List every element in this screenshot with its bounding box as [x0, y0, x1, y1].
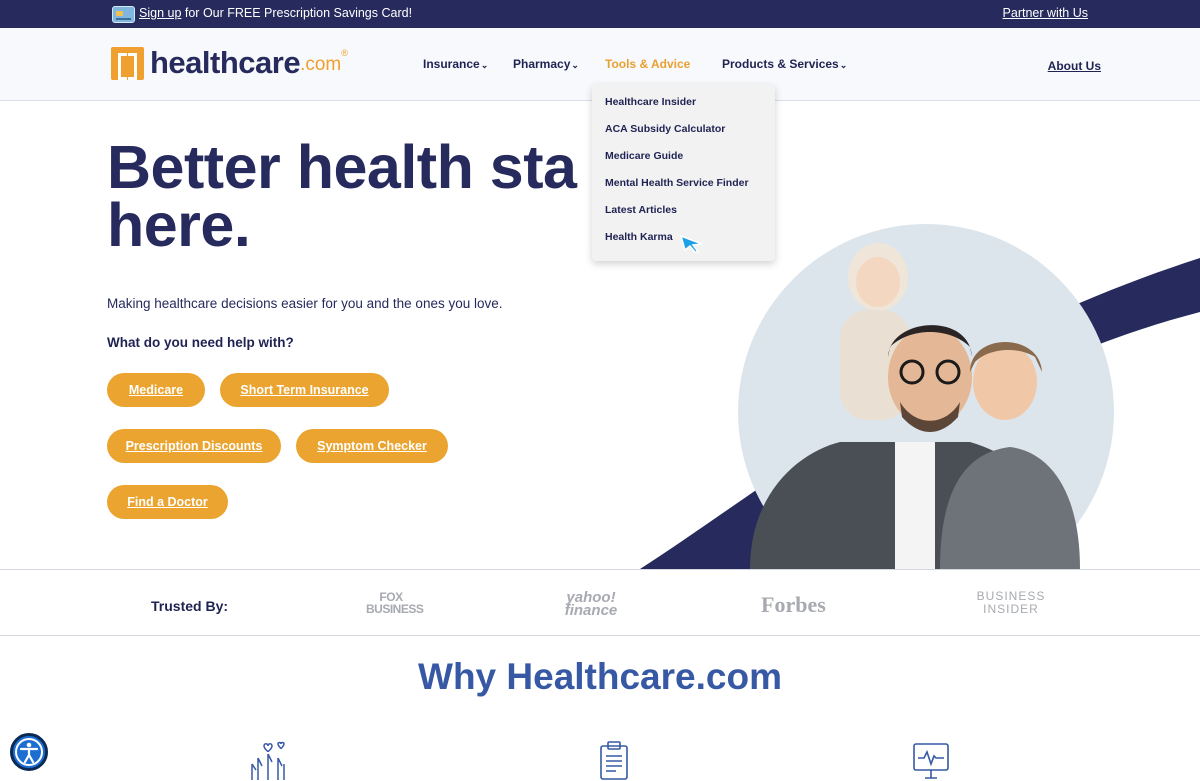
menu-item-medicare-guide[interactable]: Medicare Guide — [605, 150, 683, 162]
trusted-by-label: Trusted By: — [151, 598, 229, 614]
logo-mark-icon — [111, 46, 144, 80]
menu-item-latest-articles[interactable]: Latest Articles — [605, 204, 677, 216]
hero-title-line1: Better health sta — [107, 138, 577, 201]
symptom-checker-button[interactable]: Symptom Checker — [296, 429, 448, 463]
clipboard-icon — [600, 741, 628, 780]
chevron-down-icon: ⌄ — [480, 60, 489, 70]
logo-suffix: .com — [300, 54, 342, 75]
hero-subtitle: Making healthcare decisions easier for y… — [107, 296, 503, 311]
hero-family-image — [640, 222, 1200, 569]
prescription-discounts-button[interactable]: Prescription Discounts — [107, 429, 281, 463]
yahoo-finance-logo: yahoo! finance — [564, 589, 618, 619]
menu-item-mental-health-service-finder[interactable]: Mental Health Service Finder — [605, 177, 749, 189]
why-section-title: Why Healthcare.com — [418, 656, 782, 697]
medicare-button[interactable]: Medicare — [107, 373, 205, 407]
logo[interactable]: healthcare .com ® — [111, 45, 348, 80]
cursor-icon — [680, 235, 703, 253]
business-insider-logo: BUSINESS INSIDER — [976, 589, 1046, 616]
chevron-down-icon: ⌄ — [571, 60, 579, 70]
signup-link[interactable]: Sign up — [139, 6, 181, 20]
nav-tools-advice[interactable]: Tools & Advice — [605, 57, 690, 71]
menu-item-healthcare-insider[interactable]: Healthcare Insider — [605, 96, 696, 108]
monitor-heart-icon — [913, 743, 949, 779]
menu-item-aca-subsidy-calculator[interactable]: ACA Subsidy Calculator — [605, 123, 725, 135]
credit-card-icon — [112, 6, 135, 23]
find-a-doctor-button[interactable]: Find a Doctor — [107, 485, 228, 519]
forbes-logo: Forbes — [761, 592, 826, 617]
chevron-down-icon: ⌄ — [839, 60, 848, 70]
promo-message: Sign up for Our FREE Prescription Saving… — [139, 6, 412, 20]
nav-insurance[interactable]: Insurance⌄ — [423, 57, 488, 71]
nav-pharmacy-label: Pharmacy — [513, 57, 571, 71]
nav-pharmacy[interactable]: Pharmacy⌄ — [513, 57, 579, 71]
nav-tools-advice-label: Tools & Advice — [605, 57, 691, 71]
help-question: What do you need help with? — [107, 335, 294, 350]
short-term-insurance-button[interactable]: Short Term Insurance — [220, 373, 389, 407]
promo-text: for Our FREE Prescription Savings Card! — [181, 6, 413, 20]
about-us-link[interactable]: About Us — [1048, 59, 1101, 73]
accessibility-button[interactable] — [10, 733, 48, 771]
nav-insurance-label: Insurance — [423, 57, 480, 71]
hero-title: Better health sta here. — [107, 138, 607, 254]
partner-link[interactable]: Partner with Us — [1003, 6, 1088, 20]
logo-registered: ® — [341, 48, 348, 58]
nav-products-services[interactable]: Products & Services⌄ — [722, 57, 847, 71]
fox-business-logo: FOX BUSINESS — [366, 590, 424, 616]
trusted-by-bar: Trusted By: FOX BUSINESS yahoo! finance … — [0, 569, 1200, 636]
logo-word: healthcare — [150, 45, 301, 80]
hero-title-line2: here. — [107, 191, 251, 255]
accessibility-icon — [15, 738, 43, 766]
nav-products-services-label: Products & Services — [722, 57, 839, 71]
promo-bar: Sign up for Our FREE Prescription Saving… — [0, 0, 1200, 28]
hands-icon — [251, 741, 285, 780]
menu-item-health-karma[interactable]: Health Karma — [605, 231, 673, 243]
